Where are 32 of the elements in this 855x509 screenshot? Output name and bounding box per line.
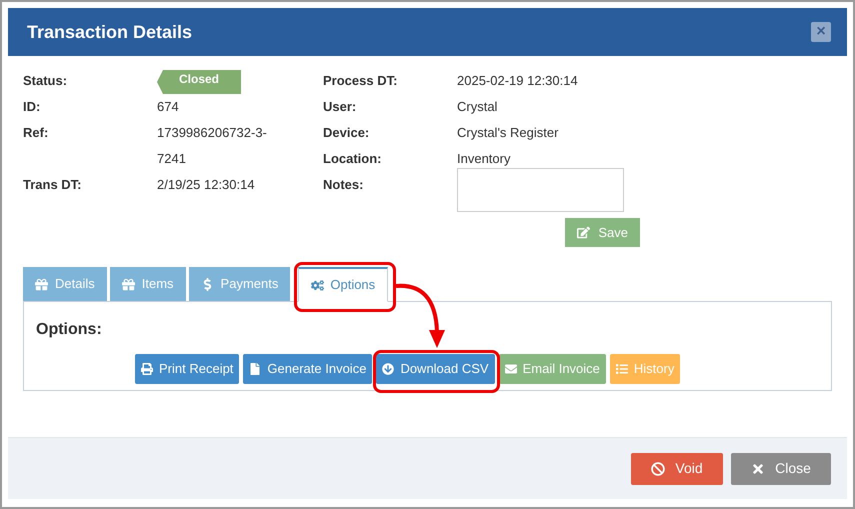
field-label: Device: — [323, 124, 370, 142]
field-label: Status: — [23, 72, 68, 90]
field-value: 674 — [157, 98, 179, 116]
status-badge: Closed — [157, 70, 242, 94]
field-value: 2/19/25 12:30:14 — [157, 176, 255, 194]
field-value: Crystal — [457, 98, 498, 116]
options-heading: Options: — [36, 320, 103, 340]
option-button[interactable]: Email Invoice — [498, 354, 606, 384]
field-label: Notes: — [323, 176, 364, 194]
field-label: Trans DT: — [23, 176, 83, 194]
field-value: Inventory — [457, 150, 510, 168]
field-value: 1739986206732-3-7241 — [157, 124, 268, 168]
tab[interactable]: Items — [110, 267, 186, 301]
field-value: Crystal's Register — [457, 124, 558, 142]
footer-button[interactable]: Void — [631, 452, 723, 484]
tab[interactable]: Payments — [188, 267, 290, 301]
option-button[interactable]: Generate Invoice — [243, 354, 372, 384]
tab[interactable]: Details — [23, 267, 107, 301]
field-label: ID: — [23, 98, 42, 116]
close-button[interactable]: × — [811, 22, 831, 42]
window-title: Transaction Details — [27, 20, 192, 44]
save-button[interactable]: Save — [565, 218, 640, 247]
option-button[interactable]: History — [610, 354, 680, 384]
field-label: Process DT: — [323, 72, 398, 90]
field-label: Ref: — [23, 124, 50, 142]
footer-button[interactable]: Close — [731, 452, 831, 484]
field-label: User: — [323, 98, 358, 116]
field-label: Location: — [323, 150, 382, 168]
tab[interactable]: Options — [298, 267, 388, 302]
option-button[interactable]: Download CSV — [376, 354, 495, 384]
field-value: 2025-02-19 12:30:14 — [457, 72, 578, 90]
option-button[interactable]: Print Receipt — [135, 354, 240, 384]
